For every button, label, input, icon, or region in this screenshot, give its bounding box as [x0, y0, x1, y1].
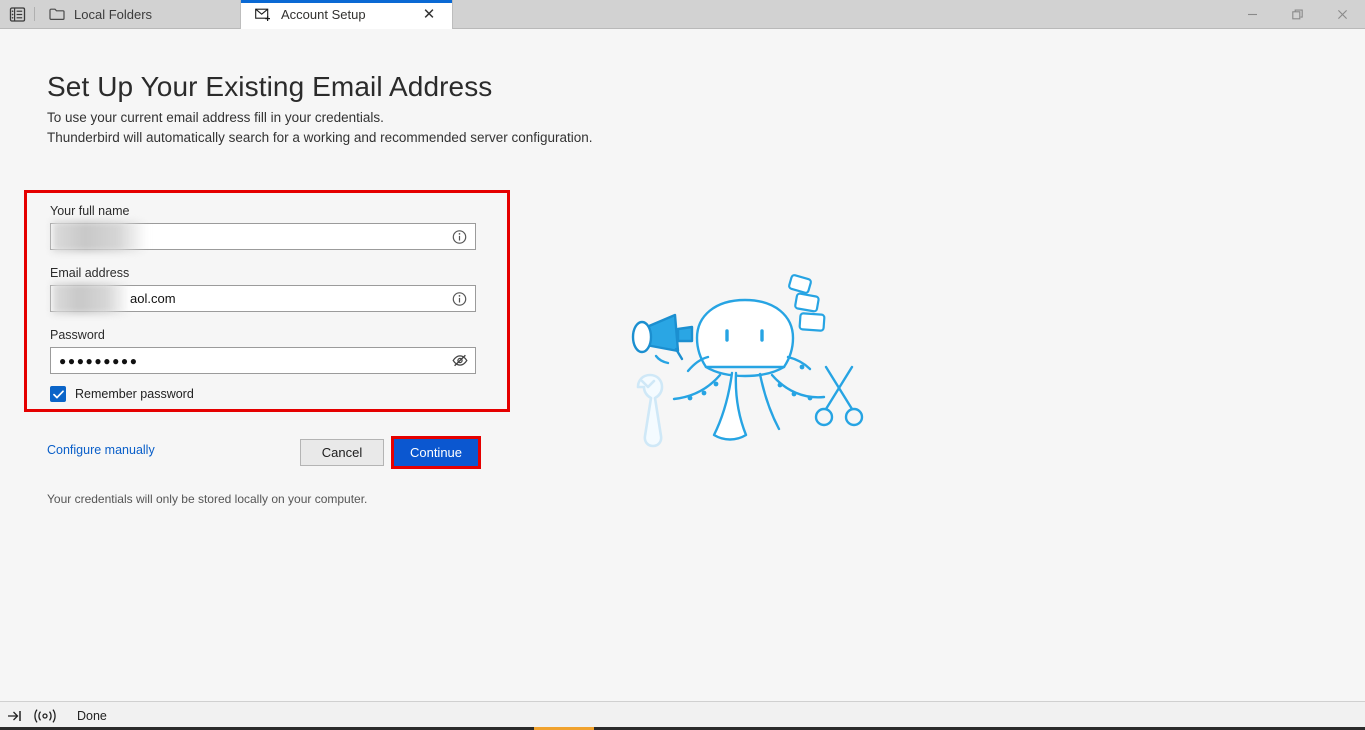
info-icon[interactable] [451, 228, 468, 245]
description-line-1: To use your current email address fill i… [47, 110, 384, 125]
remember-password-label: Remember password [75, 387, 194, 401]
status-text: Done [77, 709, 107, 723]
tab-local-folders[interactable]: Local Folders [35, 0, 240, 28]
description-line-2: Thunderbird will automatically search fo… [47, 130, 593, 145]
restore-icon [1292, 9, 1303, 19]
spaces-toggle-icon [9, 6, 25, 22]
hide-password-icon[interactable] [451, 352, 468, 369]
password-label: Password [50, 328, 105, 342]
continue-button-highlight: Continue [391, 436, 481, 469]
configure-manually-link[interactable]: Configure manually [47, 443, 155, 457]
cancel-button[interactable]: Cancel [300, 439, 384, 466]
window-controls [1230, 0, 1365, 28]
page-title: Set Up Your Existing Email Address [47, 71, 493, 102]
full-name-label: Your full name [50, 204, 130, 218]
remember-password-checkbox[interactable] [50, 386, 66, 402]
folder-icon [49, 8, 65, 20]
remember-password-row[interactable]: Remember password [50, 386, 485, 402]
email-address-redaction [52, 283, 130, 314]
minimize-icon [1248, 13, 1257, 15]
continue-button[interactable]: Continue [394, 439, 478, 466]
password-input[interactable]: ●●●●●●●●● [50, 347, 476, 374]
restore-button[interactable] [1275, 0, 1320, 28]
tab-bar: Local Folders Account Setup ✕ [0, 0, 1365, 29]
tab-account-setup[interactable]: Account Setup ✕ [240, 0, 453, 29]
spaces-toggle-button[interactable] [0, 0, 34, 28]
email-address-label: Email address [50, 266, 130, 280]
new-mail-account-icon [255, 8, 270, 21]
thunderbird-octopus-illustration [620, 271, 870, 461]
tab-account-setup-label: Account Setup [281, 7, 366, 22]
full-name-input[interactable] [50, 221, 476, 252]
close-window-button[interactable] [1320, 0, 1365, 28]
status-bar: Done [0, 701, 1365, 730]
credentials-form-highlight: Your full name Email address aol.com Pas… [24, 190, 510, 412]
email-address-input[interactable]: aol.com [50, 283, 476, 314]
minimize-button[interactable] [1230, 0, 1275, 28]
action-row: Configure manually Cancel Continue [47, 436, 481, 469]
page-description: To use your current email address fill i… [47, 108, 593, 148]
expand-panel-icon[interactable] [7, 709, 23, 723]
checkmark-icon [52, 389, 64, 398]
tab-close-button[interactable]: ✕ [420, 6, 438, 24]
full-name-redaction [52, 221, 147, 252]
password-value: ●●●●●●●●● [59, 353, 139, 368]
account-setup-pane: Set Up Your Existing Email Address To us… [0, 29, 1365, 701]
close-icon [1338, 9, 1347, 19]
credentials-footnote: Your credentials will only be stored loc… [47, 492, 368, 506]
info-icon[interactable] [451, 290, 468, 307]
network-activity-icon[interactable] [34, 709, 56, 723]
tab-local-folders-label: Local Folders [74, 6, 153, 22]
